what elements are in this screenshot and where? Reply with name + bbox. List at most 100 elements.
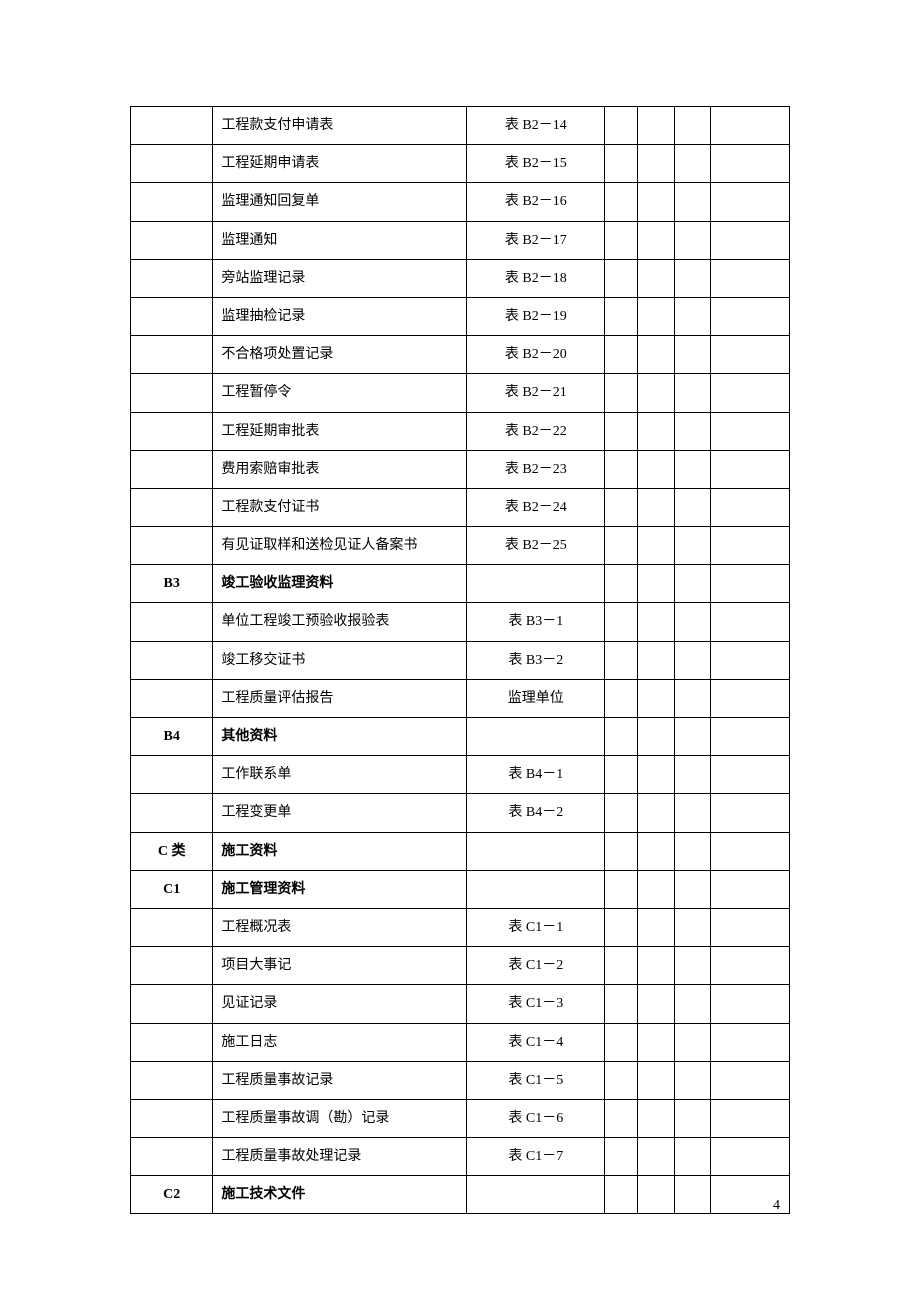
row-code <box>131 259 213 297</box>
row-blank <box>638 756 674 794</box>
document-page: 工程款支付申请表表 B2－14工程延期申请表表 B2－15监理通知回复单表 B2… <box>0 0 920 1302</box>
table-row: 监理通知回复单表 B2－16 <box>131 183 790 221</box>
table-row: 工程变更单表 B4－2 <box>131 794 790 832</box>
row-ref: 表 B2－23 <box>467 450 605 488</box>
row-name: 监理通知 <box>213 221 467 259</box>
row-blank <box>638 259 674 297</box>
table-row: C2施工技术文件 <box>131 1176 790 1214</box>
row-blank <box>638 718 674 756</box>
table-row: 竣工移交证书表 B3－2 <box>131 641 790 679</box>
row-blank <box>674 221 710 259</box>
row-blank <box>674 794 710 832</box>
row-code <box>131 603 213 641</box>
row-code <box>131 183 213 221</box>
row-blank <box>638 908 674 946</box>
row-blank <box>674 336 710 374</box>
row-ref: 表 B4－2 <box>467 794 605 832</box>
row-ref: 表 C1－4 <box>467 1023 605 1061</box>
row-blank <box>605 297 638 335</box>
row-blank <box>674 1061 710 1099</box>
row-blank <box>710 527 789 565</box>
row-blank <box>674 412 710 450</box>
row-blank <box>710 1138 789 1176</box>
row-blank <box>710 756 789 794</box>
row-blank <box>638 336 674 374</box>
row-code <box>131 527 213 565</box>
table-row: C 类施工资料 <box>131 832 790 870</box>
row-blank <box>638 603 674 641</box>
row-code <box>131 450 213 488</box>
row-ref: 表 C1－1 <box>467 908 605 946</box>
row-code: C2 <box>131 1176 213 1214</box>
row-ref: 表 C1－2 <box>467 947 605 985</box>
row-code <box>131 679 213 717</box>
row-blank <box>605 221 638 259</box>
table-row: 费用索赔审批表表 B2－23 <box>131 450 790 488</box>
page-number: 4 <box>773 1198 780 1214</box>
row-blank <box>674 947 710 985</box>
row-code <box>131 336 213 374</box>
row-blank <box>605 488 638 526</box>
row-blank <box>605 450 638 488</box>
row-blank <box>638 870 674 908</box>
table-row: 单位工程竣工预验收报验表表 B3－1 <box>131 603 790 641</box>
row-blank <box>710 259 789 297</box>
row-name: 其他资料 <box>213 718 467 756</box>
row-blank <box>605 603 638 641</box>
row-blank <box>674 565 710 603</box>
row-code <box>131 145 213 183</box>
row-name: 监理抽检记录 <box>213 297 467 335</box>
row-blank <box>638 488 674 526</box>
row-ref: 表 B2－24 <box>467 488 605 526</box>
row-name: 工程延期申请表 <box>213 145 467 183</box>
row-code: C1 <box>131 870 213 908</box>
row-blank <box>674 870 710 908</box>
row-blank <box>710 603 789 641</box>
row-ref: 表 B2－25 <box>467 527 605 565</box>
row-name: 工程质量评估报告 <box>213 679 467 717</box>
row-blank <box>674 908 710 946</box>
row-blank <box>605 870 638 908</box>
row-code <box>131 985 213 1023</box>
row-blank <box>638 832 674 870</box>
row-ref: 表 B2－20 <box>467 336 605 374</box>
row-blank <box>674 1138 710 1176</box>
table-row: 工程延期申请表表 B2－15 <box>131 145 790 183</box>
row-blank <box>674 107 710 145</box>
row-blank <box>710 794 789 832</box>
row-blank <box>605 183 638 221</box>
row-name: 工程延期审批表 <box>213 412 467 450</box>
row-blank <box>710 145 789 183</box>
table-row: B3竣工验收监理资料 <box>131 565 790 603</box>
table-row: 项目大事记表 C1－2 <box>131 947 790 985</box>
row-blank <box>605 985 638 1023</box>
table-row: 工程质量事故记录表 C1－5 <box>131 1061 790 1099</box>
row-blank <box>710 870 789 908</box>
row-blank <box>674 527 710 565</box>
table-row: 工程质量事故处理记录表 C1－7 <box>131 1138 790 1176</box>
row-blank <box>605 565 638 603</box>
row-blank <box>674 756 710 794</box>
row-blank <box>605 336 638 374</box>
row-ref <box>467 832 605 870</box>
row-name: 施工技术文件 <box>213 1176 467 1214</box>
row-blank <box>638 947 674 985</box>
row-blank <box>710 1023 789 1061</box>
row-blank <box>710 832 789 870</box>
row-name: 竣工移交证书 <box>213 641 467 679</box>
row-code <box>131 1099 213 1137</box>
row-ref: 表 B2－18 <box>467 259 605 297</box>
row-ref: 表 C1－6 <box>467 1099 605 1137</box>
row-blank <box>638 412 674 450</box>
row-code <box>131 221 213 259</box>
row-blank <box>605 374 638 412</box>
row-blank <box>674 183 710 221</box>
row-blank <box>638 374 674 412</box>
row-blank <box>605 1176 638 1214</box>
row-blank <box>638 107 674 145</box>
row-name: 费用索赔审批表 <box>213 450 467 488</box>
row-blank <box>674 641 710 679</box>
row-blank <box>605 259 638 297</box>
row-code <box>131 374 213 412</box>
row-ref <box>467 870 605 908</box>
